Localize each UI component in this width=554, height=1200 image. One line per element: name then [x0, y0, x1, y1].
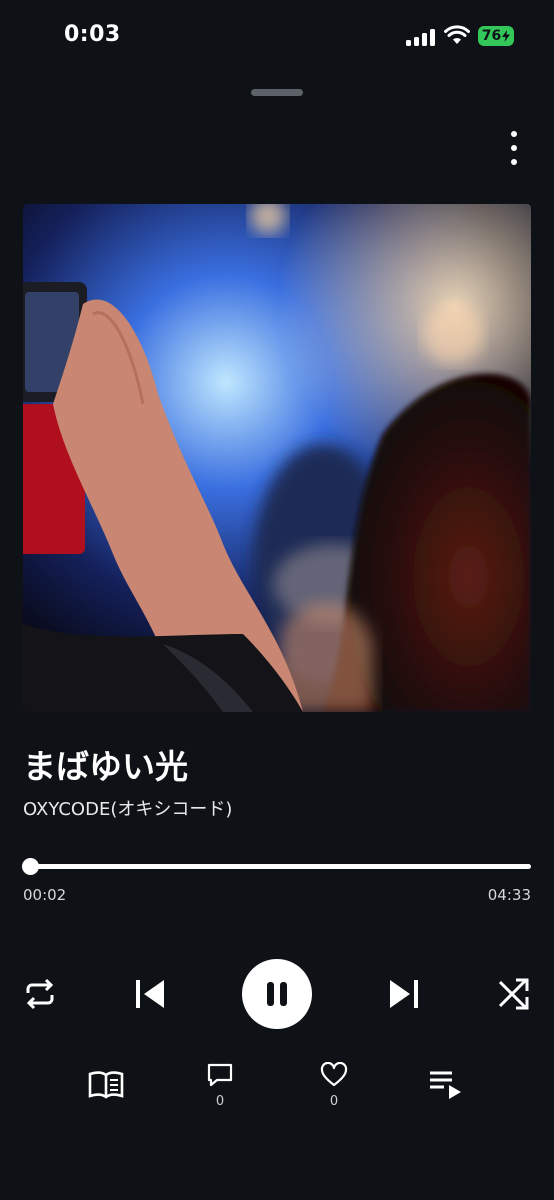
comment-icon	[207, 1063, 233, 1087]
progress-slider[interactable]	[21, 858, 531, 875]
queue-icon	[430, 1071, 461, 1099]
wifi-icon	[444, 25, 470, 44]
heart-icon	[320, 1061, 348, 1087]
now-playing-screen: 0:03 76 まばゆい光 OXYCODE(オキシコード) 00:02 04:3…	[0, 0, 554, 1200]
battery-level: 76	[481, 28, 502, 44]
lyrics-button[interactable]	[76, 1068, 136, 1106]
total-time: 04:33	[487, 886, 531, 904]
track-title: まばゆい光	[23, 747, 188, 786]
album-artwork	[23, 204, 531, 712]
pause-button[interactable]	[242, 959, 312, 1029]
progress-knob[interactable]	[21, 858, 39, 875]
previous-button[interactable]	[128, 974, 172, 1014]
comments-button[interactable]: 0	[190, 1062, 250, 1109]
queue-button[interactable]	[416, 1068, 476, 1104]
shuffle-icon	[498, 978, 529, 1010]
lyrics-book-icon	[88, 1071, 124, 1099]
likes-count: 0	[329, 1094, 339, 1109]
shuffle-button[interactable]	[494, 974, 534, 1014]
elapsed-time: 00:02	[23, 886, 67, 904]
like-button[interactable]: 0	[304, 1061, 364, 1109]
repeat-icon	[26, 978, 54, 1010]
cellular-signal-icon	[406, 28, 436, 46]
next-icon	[390, 980, 418, 1008]
more-options-button[interactable]	[500, 127, 528, 169]
previous-icon	[136, 980, 164, 1008]
repeat-button[interactable]	[20, 974, 60, 1014]
comments-count: 0	[215, 1094, 225, 1109]
charging-bolt-icon	[502, 30, 511, 42]
next-button[interactable]	[382, 974, 426, 1014]
status-time: 0:03	[64, 22, 121, 47]
sheet-grabber[interactable]	[251, 89, 303, 96]
battery-indicator: 76	[478, 26, 514, 46]
pause-icon	[267, 982, 287, 1006]
track-artist[interactable]: OXYCODE(オキシコード)	[23, 795, 232, 821]
